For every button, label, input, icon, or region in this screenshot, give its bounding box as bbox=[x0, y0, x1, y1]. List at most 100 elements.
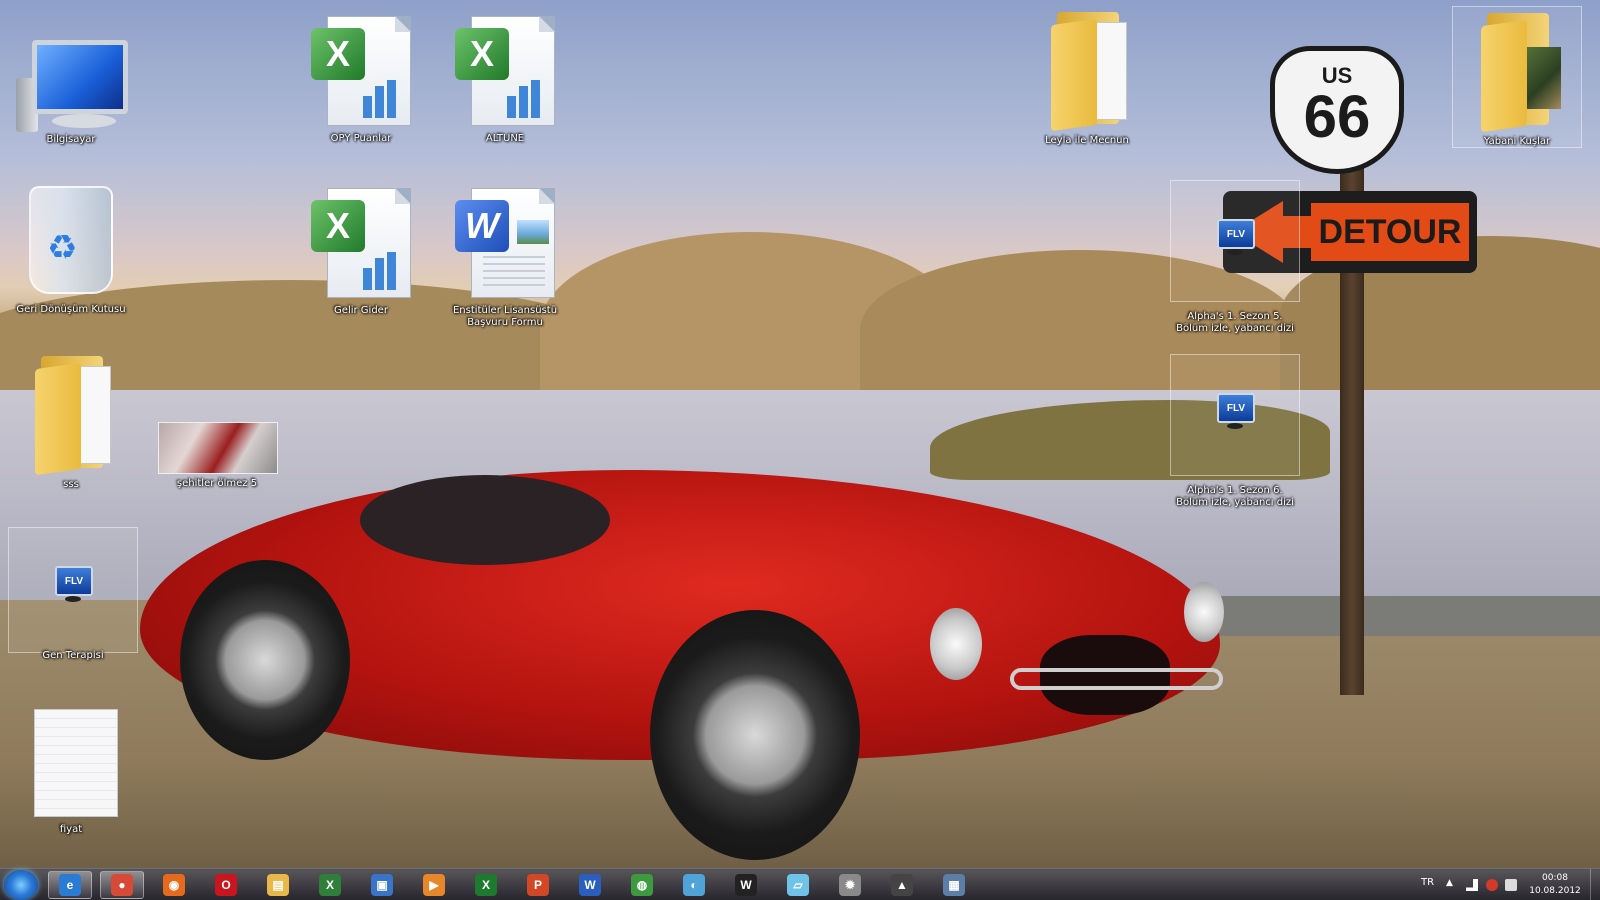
desktop-icon-label: Geri Dönüşüm Kutusu bbox=[16, 304, 126, 315]
opera-icon: O bbox=[215, 874, 237, 896]
start-button[interactable] bbox=[4, 870, 38, 900]
taskbar-app-paint-app[interactable]: ◐ bbox=[672, 871, 716, 899]
monitor-app-icon: ▣ bbox=[371, 874, 393, 896]
taskbar-app-media-player[interactable]: ▶ bbox=[412, 871, 456, 899]
clock[interactable]: 00:08 10.08.2012 bbox=[1515, 872, 1595, 898]
wallpaper-car-headlight bbox=[1184, 582, 1224, 642]
folder-icon bbox=[21, 350, 121, 476]
road-app-icon: ▲ bbox=[891, 874, 913, 896]
desktop-icon-label: Enstitüler Lisansüstü Başvuru Formu bbox=[452, 305, 558, 328]
computer-icon bbox=[16, 30, 128, 132]
desktop-icon-label: Bilgisayar bbox=[46, 134, 96, 145]
desktop-icon-alphas-s1e6[interactable]: FLV Alpha's 1. Sezon 6. Bölüm izle, yaba… bbox=[1170, 354, 1300, 508]
desktop-icon-gen-terapisi[interactable]: FLV Gen Terapisi bbox=[8, 527, 138, 661]
desktop-icon-label: Leyla ile Mecnun bbox=[1045, 135, 1129, 146]
notes-app-icon: ▱ bbox=[787, 874, 809, 896]
text-file-icon bbox=[26, 705, 118, 820]
desktop-icon-label: Alpha's 1. Sezon 5. Bölüm izle, yabancı … bbox=[1176, 311, 1294, 334]
desktop-icon-leyla-ile-mecnun[interactable]: Leyla ile Mecnun bbox=[1022, 6, 1152, 147]
desktop-icon-label: Gen Terapisi bbox=[42, 650, 104, 661]
clock-date: 10.08.2012 bbox=[1529, 886, 1581, 896]
taskbar-app-settings-app[interactable]: ✹ bbox=[828, 871, 872, 899]
wallpaper-car-bumper bbox=[1010, 668, 1223, 690]
detour-panel: DETOUR bbox=[1311, 203, 1469, 261]
wallpaper-route-shield: US 66 bbox=[1270, 46, 1404, 174]
flv-video-icon: FLV bbox=[1215, 393, 1255, 443]
volume-icon[interactable] bbox=[1486, 879, 1498, 891]
windows-explorer-icon: ▤ bbox=[267, 874, 289, 896]
desktop-icon-label: ALTUNE bbox=[485, 133, 525, 144]
taskbar-app-internet-explorer[interactable]: e bbox=[48, 871, 92, 899]
desktop-icon-alphas-s1e5[interactable]: FLV Alpha's 1. Sezon 5. Bölüm izle, yaba… bbox=[1170, 180, 1300, 334]
folder-icon bbox=[1037, 6, 1137, 132]
google-chrome-icon: ● bbox=[111, 874, 133, 896]
taskbar-app-notes-app[interactable]: ▱ bbox=[776, 871, 820, 899]
excel-small-icon: X bbox=[319, 874, 341, 896]
desktop[interactable]: US 66 DETOUR Bilgisayar ♻ Geri Dönüşüm K… bbox=[0, 0, 1600, 900]
taskbar: e ● ◉ O ▤ X ▣ ▶ X P W ◍ ◐ W ▱ ✹ ▲ ▦ TR ▲ 00:08 10.08.2012 bbox=[0, 868, 1600, 900]
winamp-icon: W bbox=[735, 874, 757, 896]
internet-explorer-icon: e bbox=[59, 874, 81, 896]
desktop-icon-opy-puanlar[interactable]: X OPY Puanlar bbox=[296, 14, 426, 145]
excel-file-icon: X bbox=[455, 14, 555, 129]
printer-app-icon: ▦ bbox=[943, 874, 965, 896]
language-indicator[interactable]: TR bbox=[1421, 877, 1434, 888]
desktop-icon-gelir-gider[interactable]: X Gelir Gider bbox=[296, 186, 426, 317]
clock-time: 00:08 bbox=[1542, 873, 1568, 883]
desktop-icon-recycle-bin[interactable]: ♻ Geri Dönüşüm Kutusu bbox=[6, 180, 136, 316]
recycle-bin-icon: ♻ bbox=[21, 180, 121, 300]
flv-video-icon: FLV bbox=[53, 566, 93, 616]
taskbar-app-winamp[interactable]: W bbox=[724, 871, 768, 899]
desktop-icon-sehitler-olmez[interactable]: şehitler ölmez 5 bbox=[152, 372, 282, 490]
taskbar-app-firefox[interactable]: ◉ bbox=[152, 871, 196, 899]
wallpaper-wall bbox=[1200, 596, 1600, 636]
flv-video-icon: FLV bbox=[1215, 219, 1255, 269]
wallpaper-car-wheel bbox=[180, 560, 350, 760]
desktop-icon-computer[interactable]: Bilgisayar bbox=[6, 30, 136, 146]
excel-icon: X bbox=[475, 874, 497, 896]
folder-icon bbox=[1467, 7, 1567, 133]
taskbar-app-powerpoint[interactable]: P bbox=[516, 871, 560, 899]
network-icon[interactable] bbox=[1466, 879, 1478, 891]
show-hidden-icons-icon[interactable]: ▲ bbox=[1446, 878, 1453, 888]
word-file-icon: W bbox=[455, 186, 555, 301]
desktop-icon-yabani-kuslar[interactable]: Yabani Kuşlar bbox=[1452, 6, 1582, 148]
desktop-icon-label: fiyat bbox=[59, 824, 83, 835]
taskbar-app-printer-app[interactable]: ▦ bbox=[932, 871, 976, 899]
excel-file-icon: X bbox=[311, 14, 411, 129]
taskbar-app-road-app[interactable]: ▲ bbox=[880, 871, 924, 899]
wallpaper-car-headlight bbox=[930, 608, 982, 680]
show-desktop-button[interactable] bbox=[1590, 869, 1600, 900]
desktop-icon-label: Yabani Kuşlar bbox=[1483, 136, 1551, 147]
globe-app-icon: ◍ bbox=[631, 874, 653, 896]
taskbar-app-word[interactable]: W bbox=[568, 871, 612, 899]
desktop-icon-label: Alpha's 1. Sezon 6. Bölüm izle, yabancı … bbox=[1176, 485, 1294, 508]
powerpoint-icon: P bbox=[527, 874, 549, 896]
desktop-icon-altune[interactable]: X ALTUNE bbox=[440, 14, 570, 145]
desktop-icon-label: şehitler ölmez 5 bbox=[176, 478, 258, 489]
taskbar-app-google-chrome[interactable]: ● bbox=[100, 871, 144, 899]
wallpaper-car-cockpit bbox=[360, 475, 610, 565]
route-shield-number: 66 bbox=[1303, 83, 1371, 150]
word-icon: W bbox=[579, 874, 601, 896]
desktop-icon-folder-sss[interactable]: sss bbox=[6, 350, 136, 491]
settings-app-icon: ✹ bbox=[839, 874, 861, 896]
media-player-icon: ▶ bbox=[423, 874, 445, 896]
taskbar-app-monitor-app[interactable]: ▣ bbox=[360, 871, 404, 899]
paint-app-icon: ◐ bbox=[683, 874, 705, 896]
desktop-icon-label: OPY Puanlar bbox=[330, 133, 392, 144]
desktop-icon-label: sss bbox=[63, 479, 79, 490]
firefox-icon: ◉ bbox=[163, 874, 185, 896]
taskbar-app-windows-explorer[interactable]: ▤ bbox=[256, 871, 300, 899]
detour-text: DETOUR bbox=[1318, 212, 1462, 251]
wallpaper-car-wheel bbox=[650, 610, 860, 860]
desktop-icon-fiyat[interactable]: fiyat bbox=[6, 705, 136, 836]
desktop-icon-label: Gelir Gider bbox=[334, 305, 388, 316]
image-file-icon bbox=[158, 422, 278, 474]
taskbar-app-opera[interactable]: O bbox=[204, 871, 248, 899]
taskbar-app-globe-app[interactable]: ◍ bbox=[620, 871, 664, 899]
desktop-icon-enstituler-formu[interactable]: W Enstitüler Lisansüstü Başvuru Formu bbox=[440, 186, 570, 329]
taskbar-app-excel-small[interactable]: X bbox=[308, 871, 352, 899]
excel-file-icon: X bbox=[311, 186, 411, 301]
taskbar-app-excel[interactable]: X bbox=[464, 871, 508, 899]
